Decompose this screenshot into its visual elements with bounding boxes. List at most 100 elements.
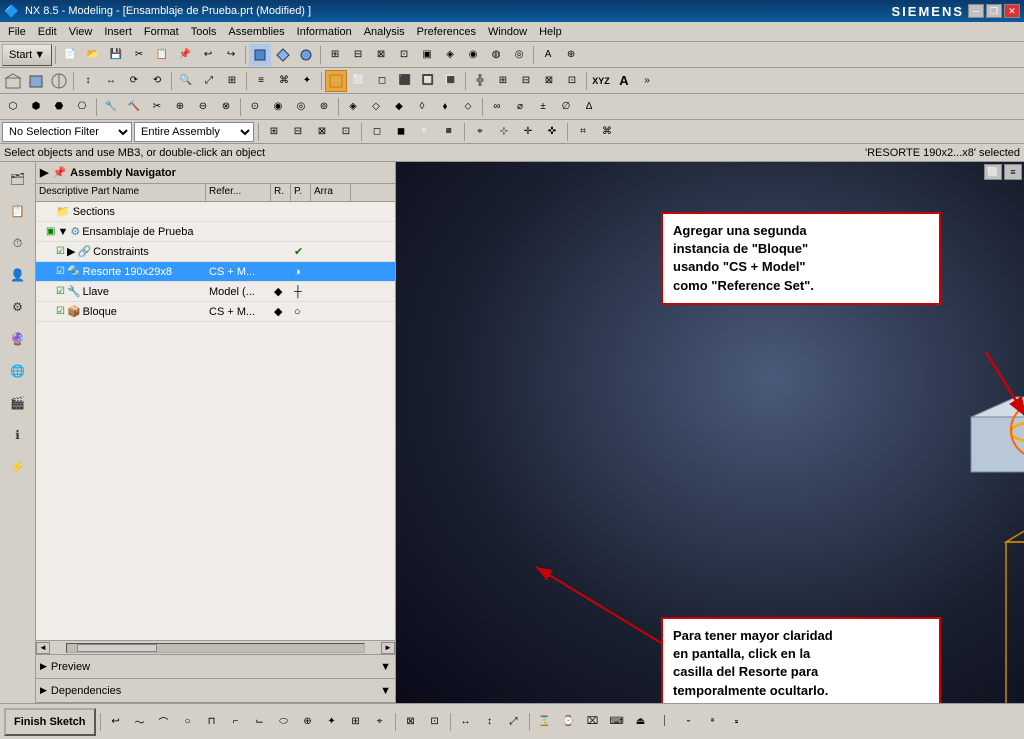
bottom-tb-9[interactable]: ⊕	[297, 711, 319, 733]
view-tb-14[interactable]: ⬜	[348, 70, 370, 92]
tb-btn-3d-2[interactable]	[272, 44, 294, 66]
bottom-tb-3[interactable]: ⌒	[153, 711, 175, 733]
bottom-tb-13[interactable]: ⊠	[400, 711, 422, 733]
start-button[interactable]: Start ▼	[2, 44, 52, 66]
bottom-tb-4[interactable]: ○	[177, 711, 199, 733]
paste-button[interactable]: 📌	[174, 44, 196, 66]
bottom-tb-24[interactable]: ⏑	[678, 711, 700, 733]
nav-expand-icon[interactable]: ▶	[40, 166, 48, 179]
view-tb-11[interactable]: ≡	[250, 70, 272, 92]
view-tb-22[interactable]: ⊠	[538, 70, 560, 92]
nav-row-resorte[interactable]: ☑ 🔩 Resorte 190x29x8 CS + M... ◑	[36, 262, 395, 282]
view-tb-1[interactable]	[2, 70, 24, 92]
tb-btn-k[interactable]: ⊕	[560, 44, 582, 66]
view-tb-21[interactable]: ⊟	[515, 70, 537, 92]
menu-insert[interactable]: Insert	[98, 24, 138, 40]
view-tb-24[interactable]: A	[613, 70, 635, 92]
bottom-tb-14[interactable]: ⊡	[424, 711, 446, 733]
menu-preferences[interactable]: Preferences	[411, 24, 482, 40]
view-tb-23[interactable]: ⊡	[561, 70, 583, 92]
filter-btn-13[interactable]: ⌗	[572, 121, 594, 143]
model-tb-18[interactable]: ◊	[411, 96, 433, 118]
nav-row-ensamblaje[interactable]: ▣ ▼ ⚙ Ensamblaje de Prueba	[36, 222, 395, 242]
view-tb-15[interactable]: ◻	[371, 70, 393, 92]
view-tb-7[interactable]: ⟲	[146, 70, 168, 92]
menu-help[interactable]: Help	[533, 24, 568, 40]
viewport-option[interactable]: ≡	[1004, 164, 1022, 180]
model-tb-11[interactable]: ⊙	[244, 96, 266, 118]
open-button[interactable]: 📂	[82, 44, 104, 66]
model-tb-4[interactable]: ⎔	[71, 96, 93, 118]
model-tb-22[interactable]: ⌀	[509, 96, 531, 118]
model-tb-20[interactable]: ⬦	[457, 96, 479, 118]
menu-window[interactable]: Window	[482, 24, 533, 40]
tb-btn-a[interactable]: ⊞	[324, 44, 346, 66]
nav-row-constraints[interactable]: ☑ ▶ 🔗 Constraints ✔	[36, 242, 395, 262]
model-tb-13[interactable]: ◎	[290, 96, 312, 118]
model-tb-8[interactable]: ⊕	[169, 96, 191, 118]
minimize-button[interactable]: ─	[968, 4, 984, 18]
filter-btn-8[interactable]: ◾	[438, 121, 460, 143]
view-tb-18[interactable]: 🔳	[440, 70, 462, 92]
view-tb-19[interactable]: ╬	[469, 70, 491, 92]
menu-tools[interactable]: Tools	[185, 24, 223, 40]
filter-btn-1[interactable]: ⊞	[263, 121, 285, 143]
nav-row-llave[interactable]: ☑ 🔧 Llave Model (... ◆ ┼	[36, 282, 395, 302]
viewport-maximize[interactable]: ⬜	[984, 164, 1002, 180]
nav-horizontal-scrollbar[interactable]: ◄ ►	[36, 640, 395, 654]
filter-btn-10[interactable]: ⊹	[493, 121, 515, 143]
filter-btn-5[interactable]: ◻	[366, 121, 388, 143]
dependencies-section[interactable]: ▶ Dependencies ▼	[36, 679, 395, 703]
dependencies-expand-btn[interactable]: ▼	[380, 685, 391, 697]
menu-format[interactable]: Format	[138, 24, 185, 40]
filter-btn-2[interactable]: ⊟	[287, 121, 309, 143]
bottom-tb-7[interactable]: ⌙	[249, 711, 271, 733]
tb-btn-f[interactable]: ◈	[439, 44, 461, 66]
viewport[interactable]: X Y Z Z Resorte 190x29x8 Agregar una seg…	[396, 162, 1024, 703]
view-tb-17[interactable]: 🔲	[417, 70, 439, 92]
menu-analysis[interactable]: Analysis	[358, 24, 411, 40]
menu-file[interactable]: File	[2, 24, 32, 40]
filter-btn-4[interactable]: ⊡	[335, 121, 357, 143]
cb-ensamblaje[interactable]: ▣	[46, 226, 55, 237]
ensamblaje-expand[interactable]: ▼	[57, 226, 68, 238]
bottom-tb-11[interactable]: ⊞	[345, 711, 367, 733]
tb-btn-d[interactable]: ⊡	[393, 44, 415, 66]
model-tb-24[interactable]: ∅	[555, 96, 577, 118]
cb-resorte[interactable]: ☑	[56, 266, 65, 277]
model-tb-9[interactable]: ⊖	[192, 96, 214, 118]
tb-btn-i[interactable]: ◎	[508, 44, 530, 66]
sidebar-part-nav[interactable]: 📋	[3, 196, 33, 226]
preview-section[interactable]: ▶ Preview ▼	[36, 655, 395, 679]
view-tb-13[interactable]: ✦	[296, 70, 318, 92]
menu-information[interactable]: Information	[291, 24, 358, 40]
model-tb-17[interactable]: ◆	[388, 96, 410, 118]
view-tb-3[interactable]	[48, 70, 70, 92]
model-tb-23[interactable]: ±	[532, 96, 554, 118]
sidebar-process[interactable]: ⚡	[3, 452, 33, 482]
bottom-tb-20[interactable]: ⌧	[582, 711, 604, 733]
restore-button[interactable]: ❐	[986, 4, 1002, 18]
bottom-tb-22[interactable]: ⏏	[630, 711, 652, 733]
selection-filter-dropdown[interactable]: No Selection Filter	[2, 122, 132, 142]
model-tb-14[interactable]: ⊚	[313, 96, 335, 118]
assembly-filter-dropdown[interactable]: Entire Assembly	[134, 122, 254, 142]
filter-btn-14[interactable]: ⌘	[596, 121, 618, 143]
filter-btn-11[interactable]: ✛	[517, 121, 539, 143]
tb-btn-j[interactable]: A	[537, 44, 559, 66]
bottom-tb-21[interactable]: ⌨	[606, 711, 628, 733]
bottom-tb-18[interactable]: ⌛	[534, 711, 556, 733]
model-tb-6[interactable]: 🔨	[123, 96, 145, 118]
filter-btn-12[interactable]: ✜	[541, 121, 563, 143]
filter-btn-9[interactable]: ⌖	[469, 121, 491, 143]
cb-bloque[interactable]: ☑	[56, 306, 65, 317]
constraints-expand[interactable]: ▶	[67, 245, 75, 258]
bottom-tb-5[interactable]: ⊓	[201, 711, 223, 733]
menu-edit[interactable]: Edit	[32, 24, 63, 40]
model-tb-3[interactable]: ⬣	[48, 96, 70, 118]
sidebar-resource-bar[interactable]: 🗂	[3, 164, 33, 194]
cut-button[interactable]: ✂	[128, 44, 150, 66]
view-tb-16[interactable]: ⬛	[394, 70, 416, 92]
scroll-track[interactable]	[66, 643, 365, 653]
sidebar-info[interactable]: ℹ	[3, 420, 33, 450]
